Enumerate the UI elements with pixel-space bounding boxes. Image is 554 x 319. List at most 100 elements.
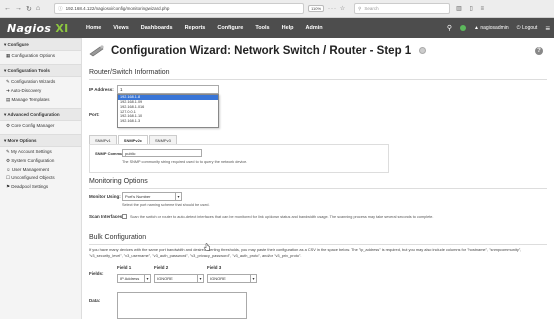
site-info-icon[interactable]: ⓘ: [58, 6, 63, 12]
info-icon[interactable]: [419, 47, 427, 54]
sidebar-icon[interactable]: ▯: [469, 6, 475, 12]
back-icon[interactable]: ←: [4, 5, 11, 13]
snmp-community-hint: The SNMP community string required used …: [122, 160, 248, 164]
bulk-configuration-heading: Bulk Configuration: [89, 234, 147, 241]
user-icon: ▲: [473, 25, 479, 31]
field-3-header: Field 3: [207, 265, 222, 270]
sidebar-item-label: Auto-Discovery: [10, 87, 42, 93]
browser-toolbar: ← → ↻ ⌂ ⓘ 192.168.4.122/nagiosxi/config/…: [0, 0, 554, 18]
main-menu: Home Views Dashboards Reports Configure …: [86, 25, 323, 31]
monitor-using-select[interactable]: Port's Number ▾: [122, 192, 182, 201]
menu-tools[interactable]: Tools: [255, 25, 269, 31]
logout-link[interactable]: ⏻ Logout: [517, 25, 538, 31]
chevron-down-icon: ▾: [175, 193, 181, 200]
search-icon[interactable]: ⚲: [447, 24, 452, 32]
port-label: Port:: [89, 112, 100, 117]
chevron-down-icon: ▾: [144, 275, 150, 282]
field-1-value: IP Address: [120, 276, 140, 281]
user-menu[interactable]: ▲ nagiosadmin: [474, 25, 509, 31]
divider: [89, 79, 547, 80]
sidebar-item-my-account-settings[interactable]: ✎ My Account Settings: [0, 147, 81, 156]
sidebar-section-advanced-configuration[interactable]: ▾ Advanced Configuration: [0, 108, 81, 121]
sidebar-item-label: User Management: [11, 166, 49, 172]
zoom-indicator[interactable]: 110%: [308, 5, 325, 12]
bookmark-icon[interactable]: ☆: [340, 6, 346, 12]
search-icon: ⚲: [358, 5, 362, 11]
forward-icon[interactable]: →: [15, 5, 22, 13]
snmp-community-field[interactable]: public: [122, 149, 202, 157]
url-bar[interactable]: ⓘ 192.168.4.122/nagiosxi/config/monitori…: [54, 3, 305, 14]
sidebar-item-manage-templates[interactable]: ▤ Manage Templates: [0, 95, 81, 104]
fields-label: Fields:: [89, 271, 104, 276]
ip-address-label: IP Address:: [89, 87, 114, 92]
menu-reports[interactable]: Reports: [185, 25, 206, 31]
logo-suffix: XI: [55, 21, 69, 35]
sidebar-item-label: Configuration Wizards: [11, 78, 56, 84]
menu-home[interactable]: Home: [86, 25, 101, 31]
browser-nav: ← → ↻ ⌂: [0, 5, 40, 13]
monitor-using-hint: Select the port naming scheme that shoul…: [122, 203, 210, 207]
sidebar-section-configure[interactable]: ▾ Configure: [0, 38, 81, 51]
menu-help[interactable]: Help: [282, 25, 294, 31]
status-indicator-icon[interactable]: [459, 25, 466, 31]
scan-interfaces-checkbox[interactable]: [122, 214, 127, 219]
scan-interfaces-label: Scan Interfaces:: [89, 214, 124, 219]
bulk-data-textarea[interactable]: [117, 292, 247, 319]
sidebar-item-auto-discovery[interactable]: ➜ Auto-Discovery: [0, 86, 81, 95]
home-icon[interactable]: ⌂: [36, 5, 40, 13]
logo-text: Nagios: [7, 21, 52, 35]
menu-icon[interactable]: ≡: [480, 6, 487, 12]
page-actions: ··· ☆: [328, 5, 346, 12]
sidebar-item-unconfigured-objects[interactable]: ☐ Unconfigured Objects: [0, 173, 81, 182]
page-title: Configuration Wizard: Network Switch / R…: [111, 44, 412, 57]
menu-views[interactable]: Views: [113, 25, 129, 31]
sidebar-item-user-management[interactable]: ☺ User Management: [0, 165, 81, 173]
nagios-logo[interactable]: Nagios XI: [0, 22, 86, 35]
ip-autocomplete-list: 192.168.1.8 192.168.1.09 192.168.1.016 1…: [117, 94, 219, 128]
sidebar-section-configuration-tools[interactable]: ▾ Configuration Tools: [0, 64, 81, 77]
sidebar-item-configuration-options[interactable]: ▦ Configuration Options: [0, 51, 81, 60]
more-icon[interactable]: ···: [328, 6, 337, 12]
sidebar: ▾ Configure ▦ Configuration Options ▾ Co…: [0, 38, 82, 319]
sidebar-item-core-config-manager[interactable]: ⚙ Core Config Manager: [0, 121, 81, 130]
field-2-value: IGNORE: [157, 276, 173, 281]
search-placeholder: Search: [364, 6, 379, 11]
sidebar-item-label: System Configuration: [11, 157, 55, 163]
menu-dashboards[interactable]: Dashboards: [141, 25, 173, 31]
search-input[interactable]: ⚲ Search: [354, 3, 451, 14]
logout-label: Logout: [522, 25, 538, 31]
power-icon: ⏻: [516, 25, 521, 31]
sidebar-item-system-configuration[interactable]: ⚙ System Configuration: [0, 156, 81, 165]
app-header: Nagios XI Home Views Dashboards Reports …: [0, 18, 554, 38]
field-3-select[interactable]: IGNORE ▾: [207, 274, 257, 283]
sidebar-item-deadpool-settings[interactable]: ⚑ Deadpool Settings: [0, 182, 81, 191]
data-label: Data:: [89, 298, 101, 303]
sidebar-section-more-options[interactable]: ▾ More Options: [0, 134, 81, 147]
sidebar-section-title: Configure: [7, 42, 29, 47]
field-2-select[interactable]: IGNORE ▾: [154, 274, 204, 283]
autocomplete-option[interactable]: 192.168.1.3: [118, 119, 218, 124]
sidebar-section-title: Advanced Configuration: [7, 112, 60, 117]
menu-admin[interactable]: Admin: [306, 25, 323, 31]
reload-icon[interactable]: ↻: [26, 5, 32, 13]
field-3-value: IGNORE: [210, 276, 226, 281]
field-1-header: Field 1: [117, 265, 132, 270]
menu-configure[interactable]: Configure: [217, 25, 243, 31]
hamburger-icon[interactable]: ≡: [545, 24, 550, 33]
sidebar-item-configuration-wizards[interactable]: ✎ Configuration Wizards: [0, 77, 81, 86]
divider: [89, 188, 547, 189]
toolbar-icons: ▥ ▯ ≡: [456, 5, 487, 12]
library-icon[interactable]: ▥: [456, 6, 465, 12]
router-info-heading: Router/Switch Information: [89, 69, 170, 76]
monitoring-options-heading: Monitoring Options: [89, 178, 148, 185]
scan-interfaces-description: Scan the switch or router to auto-detect…: [130, 214, 434, 219]
monitor-using-value: Port's Number: [125, 194, 151, 199]
chevron-down-icon: ▾: [250, 275, 256, 282]
sidebar-item-label: Deadpool Settings: [11, 183, 49, 189]
url-text: 192.168.4.122/nagiosxi/config/monitoring…: [65, 6, 170, 11]
ip-address-field[interactable]: 1: [117, 85, 219, 94]
field-1-select[interactable]: IP Address ▾: [117, 274, 151, 283]
sidebar-item-label: My Account Settings: [11, 148, 52, 154]
mouse-cursor-icon: [203, 243, 210, 251]
help-icon[interactable]: ?: [535, 47, 543, 55]
